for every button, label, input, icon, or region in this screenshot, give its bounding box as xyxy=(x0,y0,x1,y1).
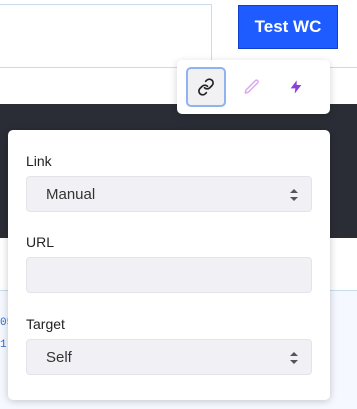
bolt-icon xyxy=(290,80,302,94)
target-select[interactable]: Self xyxy=(26,339,312,375)
link-icon xyxy=(198,78,214,96)
background-content-box xyxy=(0,4,212,68)
link-type-value: Manual xyxy=(46,185,96,203)
action-button[interactable] xyxy=(276,67,316,107)
link-label: Link xyxy=(26,153,52,169)
test-wc-button[interactable]: Test WC xyxy=(238,5,338,49)
floating-toolbar xyxy=(177,60,330,114)
select-chevron-icon xyxy=(290,189,298,201)
link-type-select[interactable]: Manual xyxy=(26,176,312,212)
url-label: URL xyxy=(26,234,55,250)
link-settings-panel: Link Manual URL Target Self xyxy=(8,130,330,400)
pencil-icon xyxy=(244,79,259,94)
select-chevron-icon xyxy=(290,352,298,364)
link-button[interactable] xyxy=(186,67,226,107)
url-input[interactable] xyxy=(26,257,312,293)
edit-button[interactable] xyxy=(232,67,272,107)
target-value: Self xyxy=(46,348,72,366)
target-label: Target xyxy=(26,316,65,332)
